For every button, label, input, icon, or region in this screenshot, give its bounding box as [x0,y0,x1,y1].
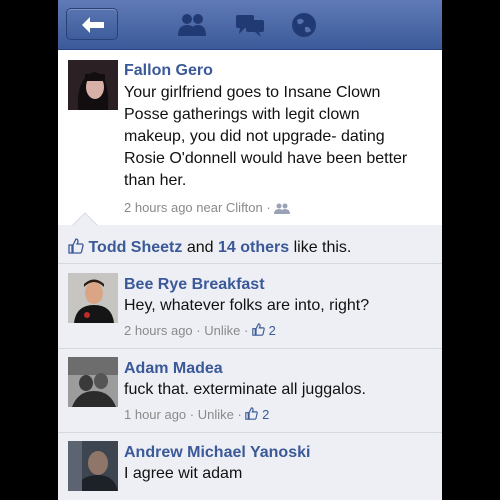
liker-name[interactable]: Todd Sheetz [88,239,182,256]
top-nav-bar [58,0,442,50]
post-text-line: Your girlfriend goes to Insane Clown [124,84,381,101]
comment-avatar[interactable] [68,357,118,407]
comment-text: I agree wit adam [124,465,243,482]
thumbs-up-icon [252,323,265,336]
status-post: Fallon Gero Your girlfriend goes to Insa… [58,50,442,225]
unlike-link[interactable]: Unlike [204,323,240,338]
likes-summary[interactable]: Todd Sheetz and 14 others like this. [68,238,351,257]
comment-like-count[interactable]: 2 [269,323,276,338]
meta-separator: · [237,407,242,422]
comment-timestamp: 2 hours ago [124,323,193,338]
likes-others-link[interactable]: 14 others [218,239,289,256]
post-text-line: Rosie O'donnell would have been better [124,150,408,167]
comment-author-name[interactable]: Bee Rye Breakfast [124,276,265,294]
post-text-line: than her. [124,172,187,189]
messages-icon[interactable] [234,12,266,38]
post-meta: 2 hours ago near Clifton · [124,200,291,215]
comment-author-name[interactable]: Andrew Michael Yanoski [124,444,310,462]
post-text-line: Posse gatherings with legit clown [124,106,360,123]
comment-meta: 2 hours ago · Unlike · 2 [124,323,276,338]
back-arrow-icon [82,17,104,33]
unlike-link[interactable]: Unlike [198,407,234,422]
comment-timestamp: 1 hour ago [124,407,187,422]
divider [58,348,442,349]
comment-avatar[interactable] [68,273,118,323]
thumbs-up-icon [245,407,259,420]
friends-small-icon [274,203,291,215]
comment-meta: 1 hour ago · Unlike · 2 [124,407,269,422]
thumbs-up-icon [68,238,84,254]
likes-and: and [186,239,214,256]
divider [58,432,442,433]
back-button[interactable] [66,8,118,40]
post-author-name[interactable]: Fallon Gero [124,62,213,80]
meta-separator: · [266,200,271,215]
app-screen: Fallon Gero Your girlfriend goes to Insa… [58,0,442,500]
friends-icon[interactable] [176,12,208,38]
meta-separator: · [196,323,201,338]
comment-avatar[interactable] [68,441,118,491]
post-text: Your girlfriend goes to Insane Clown Pos… [124,82,407,192]
author-avatar[interactable] [68,60,118,110]
comment-text: Hey, whatever folks are into, right? [124,297,370,314]
post-timestamp[interactable]: 2 hours ago near Clifton [124,200,263,215]
globe-icon[interactable] [290,12,318,40]
meta-separator: · [244,323,249,338]
comment-author-name[interactable]: Adam Madea [124,360,223,378]
divider [58,263,442,264]
post-text-line: makeup, you did not upgrade- dating [124,128,385,145]
meta-separator: · [189,407,195,422]
comment-like-count[interactable]: 2 [262,407,269,422]
likes-suffix: like this. [293,239,352,256]
comment-text: fuck that. exterminate all juggalos. [124,381,366,398]
